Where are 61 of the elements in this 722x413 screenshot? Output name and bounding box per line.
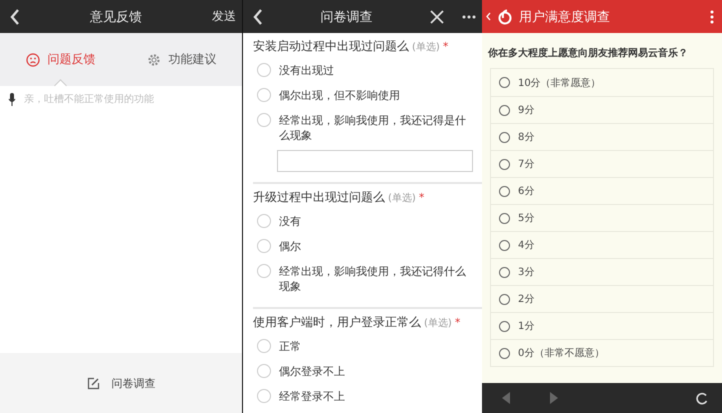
answer-option[interactable]: 经常登录不上: [253, 384, 482, 409]
question-title: 安装启动过程中出现过问题么: [253, 38, 409, 55]
answer-option[interactable]: 正常: [253, 334, 482, 359]
radio-button[interactable]: [499, 240, 510, 250]
edit-icon: [86, 376, 100, 390]
answer-option[interactable]: 经常出现，影响我使用，我还记得什么现象: [253, 259, 482, 299]
answer-option[interactable]: 3分: [491, 258, 713, 285]
answer-option[interactable]: 偶尔: [253, 234, 482, 259]
radio-button[interactable]: [499, 77, 510, 88]
screen-title: 用户满意度调查: [519, 8, 611, 26]
required-mark: *: [442, 40, 448, 53]
answer-option[interactable]: 偶尔出现，但不影响使用: [253, 83, 482, 108]
close-icon[interactable]: [430, 10, 444, 24]
send-button[interactable]: 发送: [212, 8, 236, 25]
answer-option[interactable]: 4分: [491, 231, 713, 258]
answer-option[interactable]: 8分: [491, 123, 713, 150]
answer-option[interactable]: 5分: [491, 204, 713, 231]
radio-button[interactable]: [499, 158, 510, 170]
radio-button[interactable]: [499, 212, 510, 224]
answer-option[interactable]: 没有出现过: [253, 58, 482, 83]
tab[interactable]: 功能建议: [121, 33, 242, 86]
required-mark: *: [418, 191, 424, 204]
question-title: 升级过程中出现过问题么: [253, 189, 385, 206]
screen-title: 意见反馈: [89, 8, 143, 26]
sad-face-icon: [26, 52, 40, 66]
required-mark: *: [454, 316, 460, 329]
answer-option[interactable]: 10分（非常愿意）: [491, 69, 713, 96]
answer-option[interactable]: 0分（非常不愿意）: [491, 339, 713, 366]
settings-icon: [146, 52, 160, 66]
answer-option[interactable]: 6分: [491, 177, 713, 204]
answer-option[interactable]: 偶尔登录不上: [253, 359, 482, 384]
app-logo-icon: [497, 8, 513, 24]
forward-icon[interactable]: [550, 392, 558, 404]
answer-option[interactable]: 2分: [491, 285, 713, 312]
radio-button[interactable]: [499, 186, 510, 196]
radio-button[interactable]: [499, 104, 510, 116]
more-icon[interactable]: [462, 14, 476, 18]
microphone-icon[interactable]: [8, 92, 16, 106]
answer-input-field[interactable]: [277, 150, 473, 172]
question-type-note: (单选): [424, 316, 452, 330]
survey-link[interactable]: 问卷调查: [80, 374, 162, 392]
answer-option[interactable]: 经常出现，影响我使用，我还记得是什么现象: [253, 108, 482, 148]
back-icon[interactable]: [10, 8, 20, 24]
radio-button[interactable]: [499, 320, 510, 332]
screen-title: 问卷调查: [320, 8, 374, 26]
refresh-icon[interactable]: [695, 392, 708, 404]
question-title: 使用客户端时，用户登录正常么: [253, 314, 421, 331]
answer-option[interactable]: 1分: [491, 312, 713, 339]
radio-button[interactable]: [499, 132, 510, 142]
answer-option[interactable]: 9分: [491, 96, 713, 123]
question-type-note: (单选): [412, 40, 440, 54]
tab[interactable]: 问题反馈: [0, 33, 121, 86]
radio-button[interactable]: [499, 266, 510, 278]
answer-option[interactable]: 没有: [253, 209, 482, 234]
radio-button[interactable]: [499, 294, 510, 304]
more-icon[interactable]: [710, 10, 714, 24]
answer-option[interactable]: 7分: [491, 150, 713, 177]
question-title: 你在多大程度上愿意向朋友推荐网易云音乐？: [486, 46, 689, 61]
radio-button[interactable]: [499, 348, 510, 358]
back-icon[interactable]: [253, 8, 263, 24]
question-type-note: (单选): [388, 192, 416, 205]
